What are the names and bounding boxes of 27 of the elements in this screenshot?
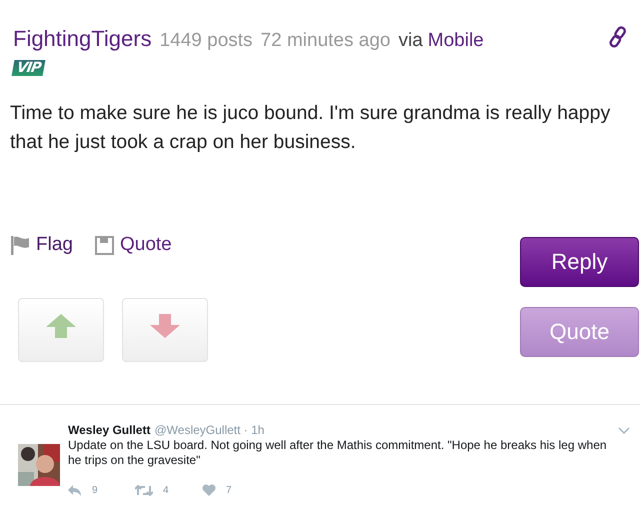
tweet-text: Update on the LSU board. Not going well after the Mathis commitment. "Hope he breaks his leg when he trips on the gravesite"	[68, 438, 608, 468]
like-count: 7	[226, 484, 232, 496]
upvote-button[interactable]	[18, 298, 104, 362]
reply-icon	[68, 484, 82, 496]
post-text: Time to make sure he is juco bound. I'm sure grandma is really happy that he just took a crap on her business.	[10, 101, 612, 155]
account-name[interactable]: Wesley Gullett	[68, 423, 150, 437]
source-label: Mobile	[428, 30, 484, 52]
username[interactable]: FightingTigers	[13, 26, 152, 52]
post-time: 72 minutes ago	[260, 30, 390, 52]
tweet-meta: @WesleyGullett · 1h	[154, 423, 264, 437]
vip-badge: VIP	[12, 60, 46, 76]
flag-link[interactable]: Flag	[10, 234, 73, 256]
retweet-icon	[135, 484, 153, 496]
downvote-button[interactable]	[122, 298, 208, 362]
quote-link[interactable]: Quote	[94, 234, 172, 256]
retweet-count: 4	[163, 484, 169, 496]
down-arrow-icon	[150, 314, 180, 338]
link-icon[interactable]	[608, 26, 628, 48]
post-count: 1449 posts	[160, 30, 253, 52]
up-arrow-icon	[46, 314, 76, 338]
reply-button[interactable]: Reply	[520, 237, 639, 287]
flag-icon	[10, 235, 30, 255]
via-label: via	[398, 30, 423, 52]
heart-icon	[202, 484, 216, 496]
save-icon	[94, 236, 114, 254]
reply-count: 9	[92, 484, 98, 496]
chevron-down-icon[interactable]	[618, 427, 630, 434]
